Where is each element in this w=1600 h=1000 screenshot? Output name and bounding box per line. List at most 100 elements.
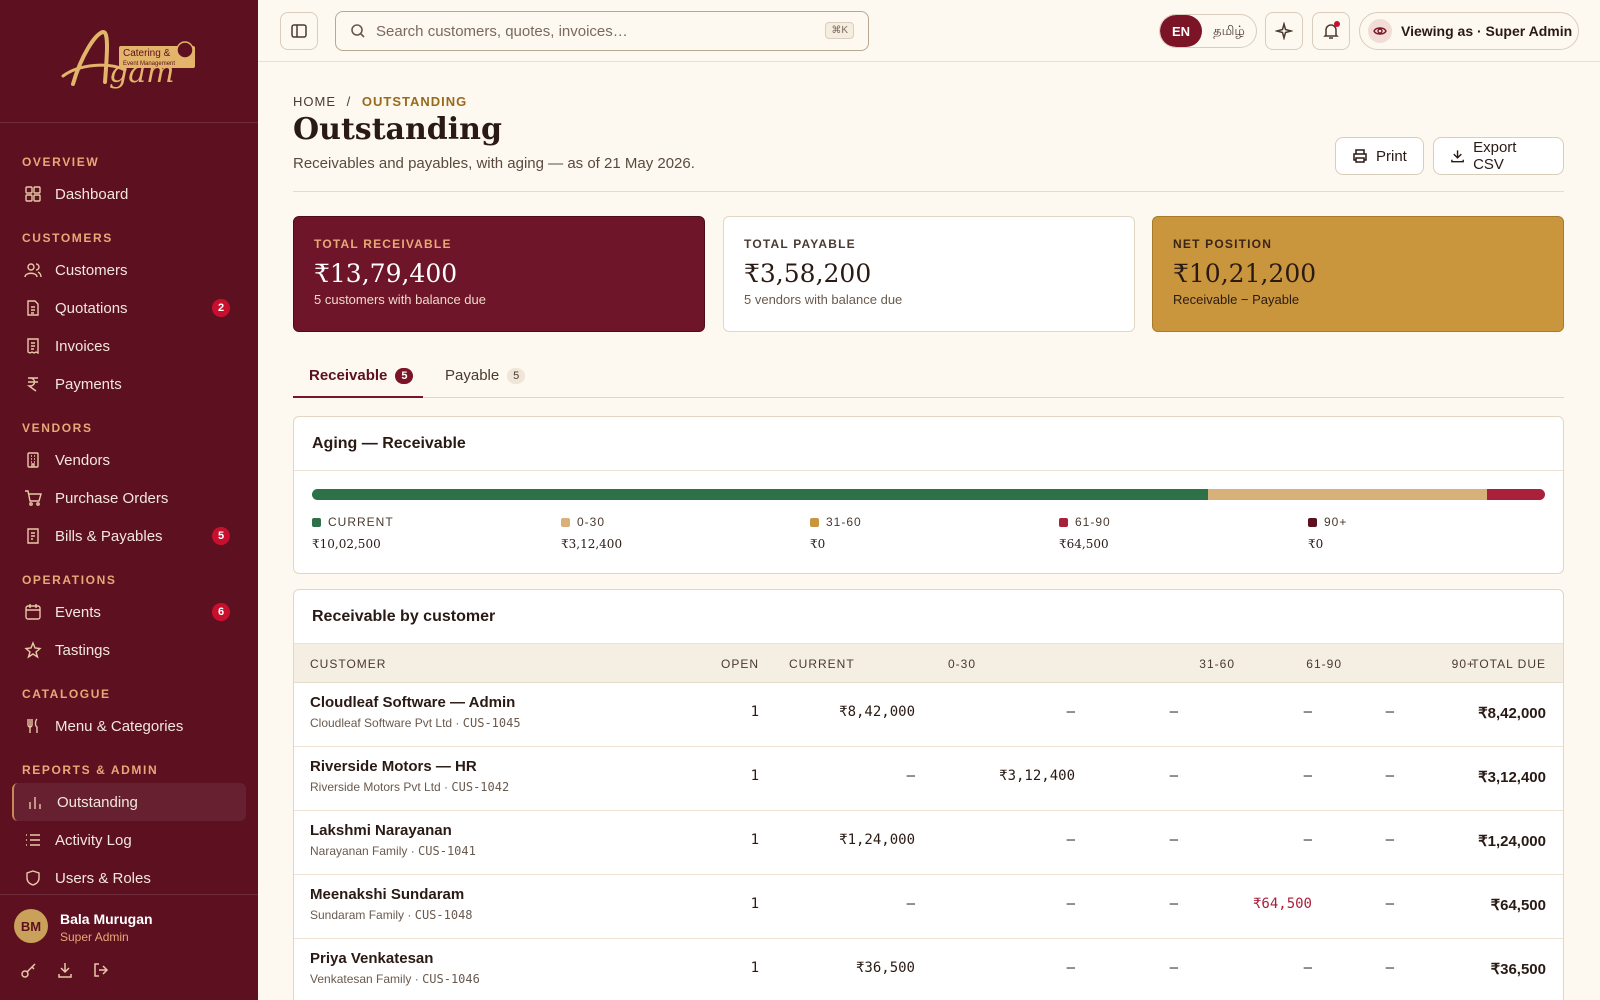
customer-org: Narayanan Family · CUS-1041	[310, 844, 476, 858]
sparkle-icon	[1275, 22, 1293, 40]
cell-current: ₹8,42,000	[839, 704, 915, 720]
cell-d31-60: —	[1169, 768, 1178, 784]
customer-code: CUS-1045	[462, 716, 521, 730]
legend-label: 61-90	[1075, 515, 1111, 529]
sidebar-item-activity-log[interactable]: Activity Log	[0, 821, 258, 859]
cell-d61-90: —	[1303, 832, 1312, 848]
sidebar-item-quotations[interactable]: Quotations 2	[0, 289, 258, 327]
cell-d61-90: —	[1303, 960, 1312, 976]
sidebar-item-customers[interactable]: Customers	[0, 251, 258, 289]
card-label: TOTAL PAYABLE	[744, 237, 856, 251]
table-row[interactable]: Meenakshi Sundaram Sundaram Family · CUS-…	[294, 875, 1563, 939]
sidebar-item-label: Bills & Payables	[55, 527, 163, 545]
sidebar-item-tastings[interactable]: Tastings	[0, 631, 258, 669]
notifications-button[interactable]	[1312, 12, 1350, 50]
cell-open: 1	[750, 832, 759, 848]
column-header[interactable]: OPEN	[721, 657, 759, 671]
lang-en-button[interactable]: EN	[1160, 15, 1202, 47]
key-icon[interactable]	[20, 961, 38, 979]
cart-icon	[24, 489, 42, 507]
customer-org: Cloudleaf Software Pvt Ltd · CUS-1045	[310, 716, 521, 730]
card-note: Receivable − Payable	[1173, 292, 1300, 307]
card-label: NET POSITION	[1173, 237, 1273, 251]
search-box[interactable]: ⌘K	[335, 11, 869, 51]
breadcrumb-current: OUTSTANDING	[361, 94, 468, 109]
breadcrumb-home[interactable]: HOME	[293, 94, 336, 109]
shortcut-hint: ⌘K	[825, 22, 854, 39]
column-header[interactable]: 61-90	[1306, 657, 1342, 671]
download-icon[interactable]	[56, 961, 74, 979]
tab-receivable[interactable]: Receivable 5	[293, 360, 423, 398]
print-label: Print	[1376, 147, 1407, 165]
sidebar-item-invoices[interactable]: Invoices	[0, 327, 258, 365]
nav-section-heading: CATALOGUE	[22, 687, 111, 701]
avatar[interactable]: BM	[14, 909, 48, 943]
column-header[interactable]: CURRENT	[789, 657, 855, 671]
sidebar-item-vendors[interactable]: Vendors	[0, 441, 258, 479]
card-note: 5 vendors with balance due	[744, 292, 903, 307]
tab-bar: Receivable 5 Payable 5	[293, 360, 1564, 398]
column-header[interactable]: CUSTOMER	[310, 657, 386, 671]
customer-org-name: Riverside Motors Pvt Ltd ·	[310, 780, 449, 794]
export-csv-button[interactable]: Export CSV	[1433, 137, 1564, 175]
customer-name[interactable]: Meenakshi Sundaram	[310, 886, 464, 903]
search-input[interactable]	[376, 22, 796, 40]
breadcrumb: HOME / OUTSTANDING	[293, 94, 467, 109]
cell-total: ₹1,24,000	[1478, 833, 1546, 850]
customer-name[interactable]: Cloudleaf Software — Admin	[310, 694, 515, 711]
bill-icon	[24, 527, 42, 545]
table-row[interactable]: Priya Venkatesan Venkatesan Family · CUS-…	[294, 939, 1563, 1000]
lang-ta-button[interactable]: தமிழ்	[1202, 15, 1256, 47]
aging-panel: Aging — Receivable CURRENT ₹10,02,500 0-30…	[293, 416, 1564, 574]
customer-code: CUS-1042	[451, 780, 510, 794]
sidebar-item-users-roles[interactable]: Users & Roles	[0, 859, 258, 897]
building-icon	[24, 451, 42, 469]
cell-d61-90: —	[1303, 704, 1312, 720]
list-icon	[24, 831, 42, 849]
cell-open: 1	[750, 960, 759, 976]
tab-count-badge: 5	[395, 368, 414, 384]
sidebar-toggle-button[interactable]	[280, 12, 318, 50]
sidebar-item-purchase-orders[interactable]: Purchase Orders	[0, 479, 258, 517]
aging-legend-item: 90+ ₹0	[1308, 515, 1347, 551]
sidebar-item-bills-payables[interactable]: Bills & Payables 5	[0, 517, 258, 555]
sidebar-item-payments[interactable]: Payments	[0, 365, 258, 403]
column-header[interactable]: TOTAL DUE	[1471, 657, 1546, 671]
table-row[interactable]: Cloudleaf Software — Admin Cloudleaf Soft…	[294, 683, 1563, 747]
sidebar-item-label: Invoices	[55, 337, 111, 355]
nav-section-heading: OVERVIEW	[22, 155, 100, 169]
cell-d90: —	[1385, 768, 1394, 784]
customer-name[interactable]: Priya Venkatesan	[310, 950, 433, 967]
column-header[interactable]: 0-30	[948, 657, 976, 671]
cell-d90: —	[1385, 704, 1394, 720]
cell-current: —	[906, 768, 915, 784]
table-row[interactable]: Lakshmi Narayanan Narayanan Family · CUS-…	[294, 811, 1563, 875]
column-header[interactable]: 31-60	[1199, 657, 1235, 671]
sidebar-item-outstanding[interactable]: Outstanding	[12, 783, 246, 821]
sidebar-item-label: Purchase Orders	[55, 489, 169, 507]
tab-payable[interactable]: Payable 5	[445, 360, 526, 398]
net-position-card: NET POSITION ₹10,21,200 Receivable − Pay…	[1152, 216, 1564, 332]
nav-section-heading: OPERATIONS	[22, 573, 117, 587]
legend-swatch	[1059, 517, 1068, 527]
print-button[interactable]: Print	[1335, 137, 1424, 175]
sidebar-item-events[interactable]: Events 6	[0, 593, 258, 631]
user-profile: BM Bala Murugan Super Admin	[0, 894, 258, 1000]
nav-section-heading: REPORTS & ADMIN	[22, 763, 159, 777]
cell-open: 1	[750, 768, 759, 784]
sidebar-item-dashboard[interactable]: Dashboard	[0, 175, 258, 213]
viewing-as-menu[interactable]: Viewing as · Super Admin	[1359, 12, 1579, 50]
svg-text:Catering &: Catering &	[123, 48, 171, 59]
card-value: ₹3,58,200	[744, 259, 872, 288]
customer-name[interactable]: Lakshmi Narayanan	[310, 822, 452, 839]
export-label: Export CSV	[1473, 139, 1517, 173]
logout-icon[interactable]	[92, 961, 110, 979]
customer-name[interactable]: Riverside Motors — HR	[310, 758, 477, 775]
table-row[interactable]: Riverside Motors — HR Riverside Motors Pv…	[294, 747, 1563, 811]
ai-assist-button[interactable]	[1265, 12, 1303, 50]
brand-logo[interactable]: gam Catering & Event Management	[0, 0, 258, 123]
cell-total: ₹36,500	[1490, 961, 1546, 978]
sidebar-item-menu-categories[interactable]: Menu & Categories	[0, 707, 258, 745]
count-badge: 2	[212, 299, 230, 317]
legend-label: 0-30	[577, 515, 606, 529]
